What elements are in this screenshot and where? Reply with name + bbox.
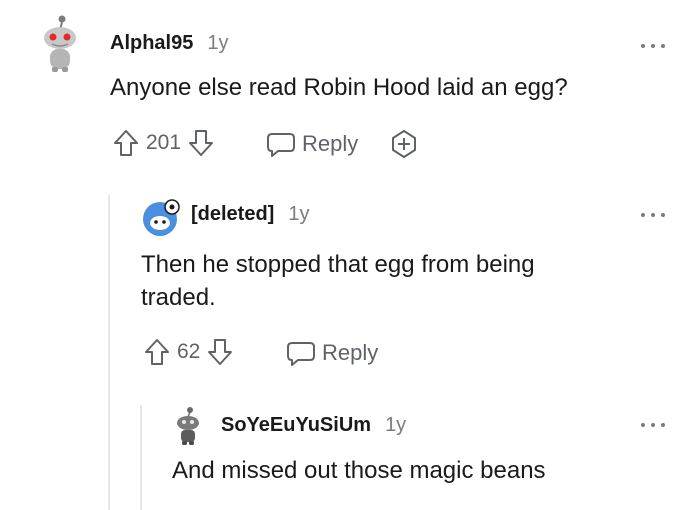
downvote-icon[interactable] — [187, 128, 215, 158]
downvote-icon[interactable] — [206, 337, 234, 367]
more-options-icon[interactable] — [641, 421, 665, 429]
reply-button[interactable]: Reply — [286, 339, 378, 367]
comment-text: Then he stopped that egg from being trad… — [141, 251, 535, 311]
snoo-avatar-icon[interactable] — [172, 406, 204, 446]
upvote-icon[interactable] — [143, 337, 171, 367]
comment-age: 1y — [385, 414, 407, 436]
comment-text: Anyone else read Robin Hood laid an egg? — [110, 74, 568, 101]
reply-label: Reply — [322, 340, 379, 365]
comment-text: And missed out those magic beans — [172, 457, 546, 484]
reply-label: Reply — [302, 131, 359, 156]
upvote-icon[interactable] — [112, 128, 140, 158]
snoo-avatar-icon[interactable] — [38, 14, 82, 74]
comment-age: 1y — [207, 32, 229, 54]
comment-author[interactable]: Alphal95 — [110, 32, 193, 55]
award-icon[interactable] — [388, 128, 420, 160]
deleted-user-avatar-icon[interactable] — [141, 198, 181, 238]
vote-count: 62 — [177, 340, 201, 363]
thread-line-level-1[interactable] — [108, 195, 110, 510]
vote-count: 201 — [146, 131, 182, 154]
thread-line-level-2[interactable] — [140, 405, 142, 510]
reply-button[interactable]: Reply — [266, 130, 358, 158]
comment-bubble-icon — [266, 130, 296, 158]
comment-author[interactable]: SoYeEuYuSiUm — [221, 414, 371, 437]
comment-bubble-icon — [286, 339, 316, 367]
more-options-icon[interactable] — [641, 42, 665, 50]
comment-author[interactable]: [deleted] — [191, 203, 274, 226]
comment-age: 1y — [288, 203, 310, 225]
more-options-icon[interactable] — [641, 211, 665, 219]
